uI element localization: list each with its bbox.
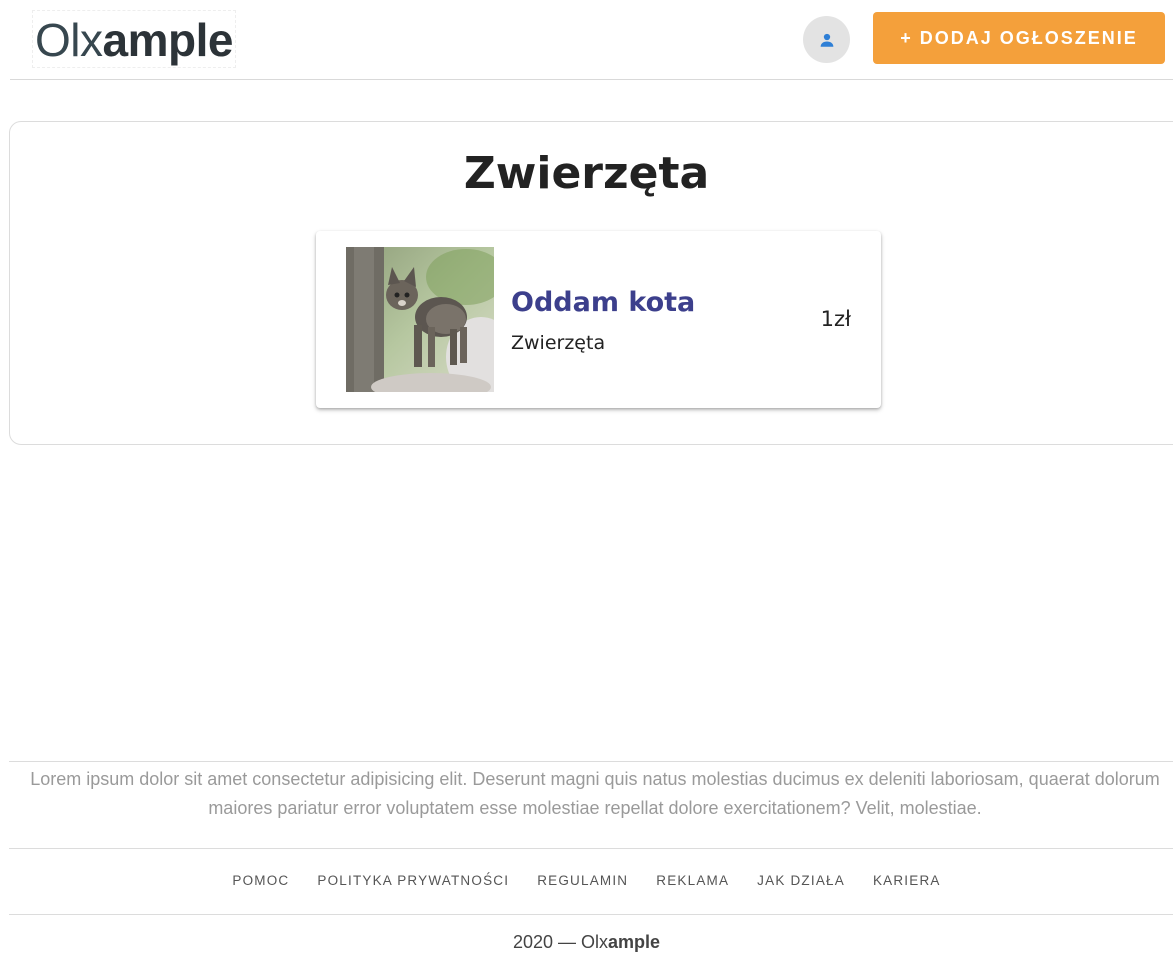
logo[interactable]: Olxample [32,10,236,68]
listing-thumbnail-cat-photo[interactable] [346,247,494,392]
listing-card[interactable]: Oddam kota Zwierzęta 1zł [316,231,881,408]
footer-description: Lorem ipsum dolor sit amet consectetur a… [30,769,1160,818]
cat-photo-image [346,247,494,392]
account-avatar-button[interactable] [803,16,850,63]
listing-category: Zwierzęta [511,332,606,354]
footer-link-pomoc[interactable]: POMOC [218,873,303,888]
footer-divider-bottom [9,914,1173,915]
footer-link-privacy-policy[interactable]: POLITYKA PRYWATNOŚCI [303,873,523,888]
listing-title-link[interactable]: Oddam kota [511,287,695,318]
footer-link-terms[interactable]: REGULAMIN [523,873,642,888]
logo-light-part: Olx [35,14,103,66]
footer-navigation: POMOC POLITYKA PRYWATNOŚCI REGULAMIN REK… [0,873,1173,888]
page-title: Zwierzęta [463,148,710,199]
footer-link-advertising[interactable]: REKLAMA [642,873,743,888]
listing-price: 1zł [820,307,851,331]
copyright: 2020 — Olxample [0,932,1173,953]
footer-link-careers[interactable]: KARIERA [859,873,955,888]
header-divider [10,79,1173,80]
account-icon [820,33,833,47]
logo-bold-part: ample [102,14,234,66]
top-app-bar: Olxample + DODAJ OGŁOSZENIE [0,0,1173,80]
copyright-brand-light: Olx [581,932,608,952]
footer-divider-middle [9,848,1173,849]
copyright-brand-bold: ample [608,932,661,952]
copyright-year: 2020 — [512,932,581,952]
footer-divider-top [9,761,1173,762]
add-listing-button[interactable]: + DODAJ OGŁOSZENIE [873,12,1165,64]
footer-link-how-it-works[interactable]: JAK DZIAŁA [743,873,859,888]
